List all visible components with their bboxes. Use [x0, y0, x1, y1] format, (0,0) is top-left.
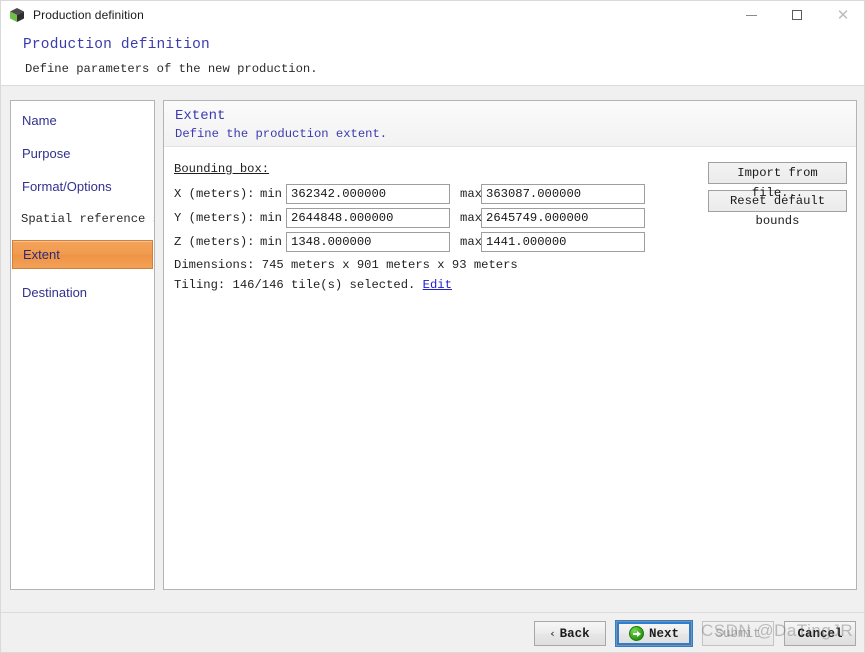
arrow-right-circle-icon	[628, 626, 644, 641]
sidebar-item-label: Destination	[22, 284, 88, 300]
wizard-body: Name Purpose Format/Options Spatial refe…	[1, 87, 864, 612]
sidebar-item-label: Spatial reference sy	[21, 212, 155, 226]
tiling-summary: Tiling: 146/146 tile(s) selected.	[174, 278, 423, 292]
x-min-input[interactable]	[286, 183, 450, 204]
extent-actions: Import from file... Reset default bounds	[708, 162, 847, 228]
chevron-left-icon: ‹	[550, 627, 555, 640]
tiling-text: Tiling: 146/146 tile(s) selected. Edit	[174, 278, 452, 292]
axis-label-y: Y (meters):	[174, 210, 255, 225]
sidebar-item-label: Purpose	[22, 145, 71, 161]
reset-default-bounds-button[interactable]: Reset default bounds	[708, 190, 847, 228]
footer-buttons: ‹ Back Next Submit Cancel	[533, 621, 856, 646]
window-title: Production definition	[33, 8, 144, 22]
min-label-x: min	[260, 186, 282, 201]
window-controls: ✕	[728, 1, 864, 29]
sidebar-item-purpose[interactable]: Purpose	[11, 139, 154, 167]
max-label-x: max	[460, 186, 482, 201]
extent-row-x: X (meters): min max	[174, 183, 645, 204]
max-label-y: max	[460, 210, 482, 225]
cancel-button[interactable]: Cancel	[784, 621, 856, 646]
z-min-input[interactable]	[286, 231, 450, 252]
import-from-file-button[interactable]: Import from file...	[708, 162, 847, 200]
sidebar-item-name[interactable]: Name	[11, 106, 154, 134]
production-definition-window: Production definition ✕ Production defin…	[0, 0, 865, 653]
maximize-icon	[792, 10, 802, 20]
footer-bar: ‹ Back Next Submit Cancel	[1, 612, 864, 652]
minimize-button[interactable]	[728, 1, 774, 29]
submit-button: Submit	[702, 621, 774, 646]
z-max-input[interactable]	[481, 231, 645, 252]
sidebar-item-extent[interactable]: Extent	[12, 240, 153, 269]
min-label-z: min	[260, 234, 282, 249]
sidebar-item-label: Name	[22, 112, 57, 128]
wizard-step-list: Name Purpose Format/Options Spatial refe…	[10, 100, 155, 590]
y-max-input[interactable]	[481, 207, 645, 228]
maximize-button[interactable]	[774, 1, 820, 29]
extent-panel: Extent Define the production extent. Bou…	[163, 100, 857, 590]
panel-title: Extent	[175, 108, 226, 124]
tiling-edit-link[interactable]: Edit	[423, 278, 452, 292]
close-button[interactable]: ✕	[820, 1, 864, 29]
close-icon: ✕	[836, 5, 850, 24]
panel-body: Bounding box: X (meters): min max Y (met…	[164, 147, 856, 589]
back-button[interactable]: ‹ Back	[533, 621, 606, 646]
min-label-y: min	[260, 210, 282, 225]
next-button-label: Next	[648, 626, 679, 641]
max-label-z: max	[460, 234, 482, 249]
dimensions-text: Dimensions: 745 meters x 901 meters x 93…	[174, 258, 518, 272]
y-min-input[interactable]	[286, 207, 450, 228]
axis-label-x: X (meters):	[174, 186, 255, 201]
axis-label-z: Z (meters):	[174, 234, 255, 249]
minimize-icon	[745, 14, 757, 16]
back-button-label: Back	[559, 626, 590, 641]
banner-title: Production definition	[23, 37, 210, 53]
sidebar-item-format-options[interactable]: Format/Options	[11, 172, 154, 200]
extent-row-y: Y (meters): min max	[174, 207, 645, 228]
x-max-input[interactable]	[481, 183, 645, 204]
panel-subtitle: Define the production extent.	[175, 127, 388, 141]
title-bar: Production definition ✕	[1, 1, 864, 29]
banner-subtitle: Define parameters of the new production.	[25, 62, 318, 76]
sidebar-item-label: Extent	[23, 247, 60, 262]
sidebar-item-label: Format/Options	[22, 178, 112, 194]
sidebar-item-destination[interactable]: Destination	[11, 278, 154, 306]
extent-row-z: Z (meters): min max	[174, 231, 645, 252]
sidebar-item-spatial-reference-system[interactable]: Spatial reference sy	[11, 205, 154, 233]
cube-icon	[9, 7, 25, 23]
bounding-box-label: Bounding box:	[174, 162, 270, 176]
wizard-banner: Production definition Define parameters …	[1, 29, 864, 86]
panel-header: Extent Define the production extent.	[164, 101, 856, 147]
next-button[interactable]: Next	[615, 621, 692, 646]
